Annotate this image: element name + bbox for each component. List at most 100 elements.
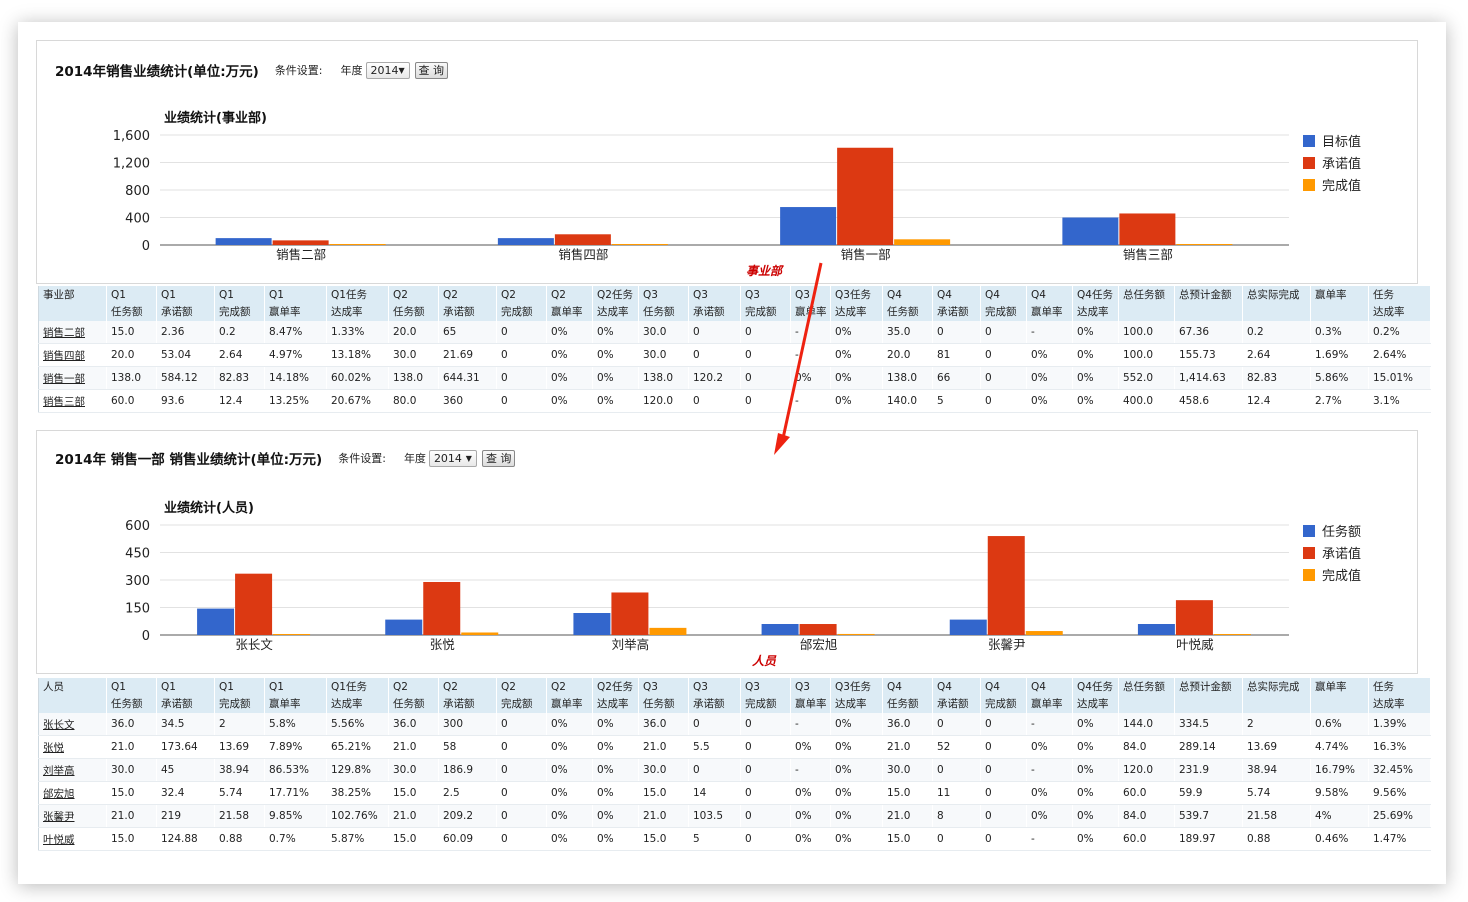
table-cell: 20.0 <box>106 343 157 367</box>
table-row: 叶悦威 15.0 124.88 0.88 0.7% 5.87% 15.0 60.09 0 0% 0%… <box>38 827 1431 851</box>
table-cell: 59.9 <box>1174 781 1243 805</box>
table-cell: 30.0 <box>106 758 157 782</box>
column-header: 总实际完成 <box>1242 286 1311 304</box>
column-header: Q4 <box>1026 678 1073 696</box>
table-cell: 300 <box>438 713 497 736</box>
table-cell: 0 <box>740 735 791 759</box>
table-cell: 5.87% <box>326 827 389 851</box>
column-header: 完成额 <box>980 696 1027 713</box>
column-header: 达成率 <box>1368 304 1431 321</box>
table-cell: 644.31 <box>438 366 497 390</box>
table-cell: 458.6 <box>1174 389 1243 413</box>
table-cell: 1.33% <box>326 321 389 344</box>
table-cell: 21.0 <box>882 735 933 759</box>
column-header: 达成率 <box>326 304 389 321</box>
bar <box>894 239 951 245</box>
column-header: 赢单率 <box>264 696 327 713</box>
year-label: 年度 <box>403 452 426 465</box>
table-cell: 0 <box>496 827 547 851</box>
legend-swatch <box>1303 179 1315 191</box>
dropdown-arrow-icon: ▼ <box>465 453 472 463</box>
column-header: Q4 <box>980 286 1027 304</box>
table-cell: 15.0 <box>106 321 157 344</box>
column-header <box>1174 696 1243 713</box>
table-cell: - <box>1026 321 1073 344</box>
row-header-cell: 销售二部 <box>38 321 107 344</box>
table-cell: 4.74% <box>1310 735 1369 759</box>
table-cell: 400.0 <box>1118 389 1175 413</box>
person-link[interactable]: 张馨尹 <box>43 811 75 823</box>
column-header: Q2 <box>546 678 593 696</box>
person-link[interactable]: 刘举高 <box>43 765 75 777</box>
table-cell: 138.0 <box>388 366 439 390</box>
department-link[interactable]: 销售四部 <box>43 350 85 362</box>
table-cell: 5.74 <box>1242 781 1311 805</box>
year-select-value: 2014 <box>370 63 399 77</box>
column-header: Q4 <box>932 286 981 304</box>
bar <box>385 619 423 635</box>
query-button[interactable]: 查 询 <box>481 449 516 467</box>
table-cell: 173.64 <box>156 735 215 759</box>
table-header-row: 人员 Q1 Q1 Q1 Q1 Q1任务 Q2 Q2 Q2 Q2 Q2任务 Q3 Q3 Q3 Q3 Q3任务 Q4… <box>38 678 1431 696</box>
year-select[interactable]: 2014 ▼ <box>428 449 477 467</box>
column-header: Q2 <box>388 286 439 304</box>
table-cell: 5.74 <box>214 781 265 805</box>
table-row: 刘举高 30.0 45 38.94 86.53% 129.8% 30.0 186.9 0 0% 0%… <box>38 758 1431 782</box>
table-cell: 0% <box>546 366 593 390</box>
table-cell: 209.2 <box>438 804 497 828</box>
table-cell: 9.85% <box>264 804 327 828</box>
department-link[interactable]: 销售三部 <box>43 396 85 408</box>
table-cell: 15.0 <box>882 827 933 851</box>
table-cell: 138.0 <box>882 366 933 390</box>
table-cell: 0% <box>592 781 639 805</box>
table-cell: 0% <box>546 781 593 805</box>
table-cell: 80.0 <box>388 389 439 413</box>
column-header: Q3 <box>638 286 689 304</box>
row-header-cell: 叶悦威 <box>38 827 107 851</box>
chart-title: 业绩统计(事业部) <box>164 110 267 126</box>
year-select-value: 2014 <box>433 451 462 465</box>
table-cell: 38.94 <box>214 758 265 782</box>
column-header: 承诺额 <box>932 304 981 321</box>
table-cell: 0% <box>1026 389 1073 413</box>
table-cell: 0% <box>830 735 883 759</box>
person-link[interactable]: 张悦 <box>43 742 64 754</box>
person-link[interactable]: 张长文 <box>43 719 75 731</box>
x-tick-label: 邰宏旭 <box>800 637 838 652</box>
table-cell: 25.69% <box>1368 804 1431 828</box>
row-header-cell: 张长文 <box>38 713 107 736</box>
column-header: Q2任务 <box>592 286 639 304</box>
table-cell: 15.0 <box>106 827 157 851</box>
column-header: 承诺额 <box>688 304 741 321</box>
table-cell: 21.0 <box>638 735 689 759</box>
drilldown-arrow-icon <box>774 262 823 455</box>
table-row: 销售二部 15.0 2.36 0.2 8.47% 1.33% 20.0 65 0 0% 0% 30.0… <box>38 321 1431 344</box>
person-link[interactable]: 叶悦威 <box>43 834 75 846</box>
column-header: Q2任务 <box>592 678 639 696</box>
table-cell: 21.0 <box>388 735 439 759</box>
bar <box>799 624 837 635</box>
table-cell: 21.58 <box>214 804 265 828</box>
query-button[interactable]: 查 询 <box>414 61 449 79</box>
table-cell: 93.6 <box>156 389 215 413</box>
column-header: 达成率 <box>592 304 639 321</box>
year-select[interactable]: 2014 ▼ <box>365 61 410 79</box>
table-cell: 2.5 <box>438 781 497 805</box>
person-link[interactable]: 邰宏旭 <box>43 788 75 800</box>
table-cell: 53.04 <box>156 343 215 367</box>
column-header: 总实际完成 <box>1242 678 1311 696</box>
table-cell: 21.58 <box>1242 804 1311 828</box>
table-cell: 30.0 <box>882 758 933 782</box>
department-link[interactable]: 销售二部 <box>43 327 85 339</box>
legend-label: 完成值 <box>1322 178 1361 194</box>
table-cell: 0 <box>496 713 547 736</box>
table-cell: 0 <box>496 321 547 344</box>
table-cell: 0% <box>592 321 639 344</box>
page-title: 2014年销售业绩统计(单位:万元) <box>55 64 259 80</box>
department-link[interactable]: 销售一部 <box>43 373 85 385</box>
column-header <box>1118 696 1175 713</box>
table-cell: 120.0 <box>638 389 689 413</box>
table-cell: 0% <box>546 758 593 782</box>
row-header-cell: 销售三部 <box>38 389 107 413</box>
table-cell: - <box>1026 713 1073 736</box>
